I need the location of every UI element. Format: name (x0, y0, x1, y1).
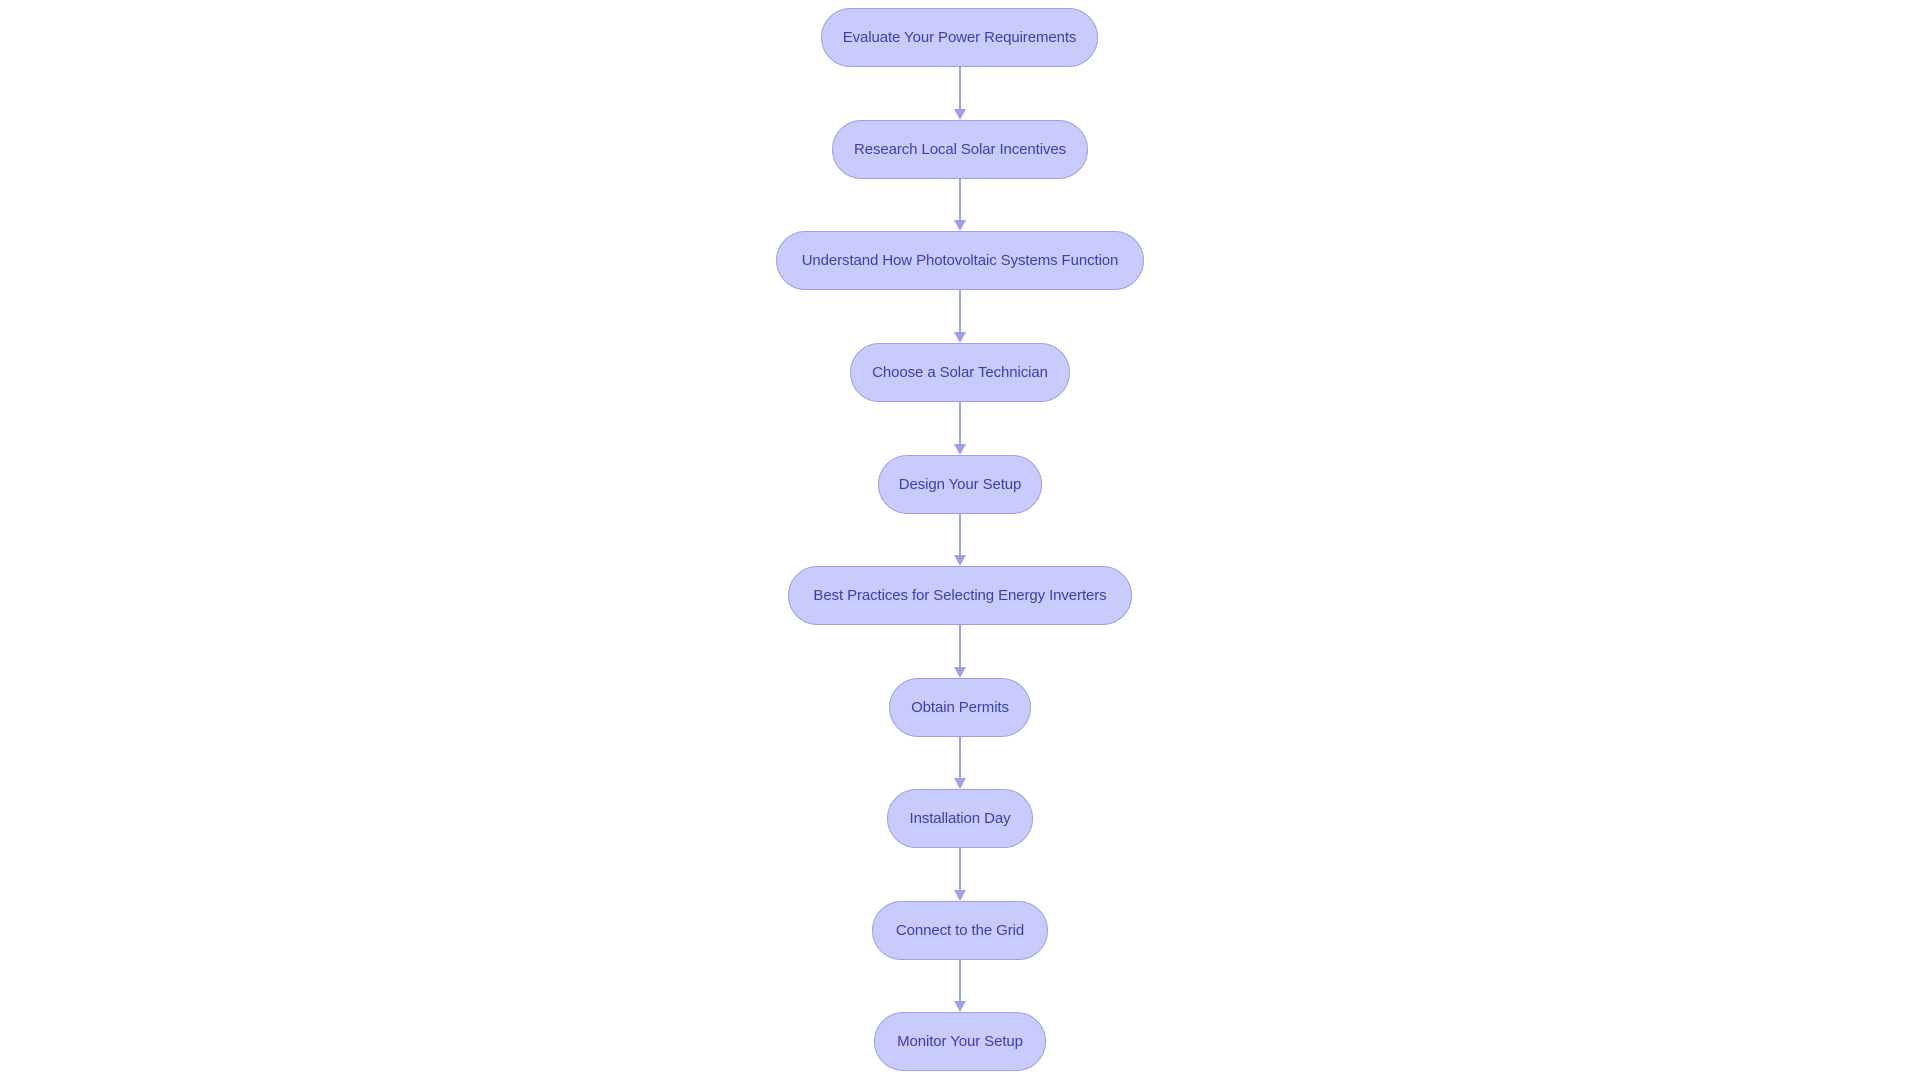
node-label: Monitor Your Setup (897, 1033, 1023, 1050)
flowchart: Evaluate Your Power Requirements Researc… (0, 0, 1920, 1083)
arrowhead-icon (954, 555, 966, 566)
node-choose-solar-technician[interactable]: Choose a Solar Technician (850, 343, 1070, 402)
node-understand-photovoltaic-systems[interactable]: Understand How Photovoltaic Systems Func… (776, 231, 1144, 290)
arrowhead-icon (954, 444, 966, 455)
edge-line (959, 290, 961, 333)
node-label: Installation Day (909, 810, 1011, 827)
edge-line (959, 625, 961, 668)
edge-line (959, 960, 961, 1002)
arrowhead-icon (954, 890, 966, 901)
arrowhead-icon (954, 332, 966, 343)
node-label: Connect to the Grid (895, 922, 1025, 939)
node-research-solar-incentives[interactable]: Research Local Solar Incentives (832, 120, 1088, 179)
node-label: Best Practices for Selecting Energy Inve… (813, 587, 1107, 604)
node-connect-to-grid[interactable]: Connect to the Grid (872, 901, 1048, 960)
node-monitor-your-setup[interactable]: Monitor Your Setup (874, 1012, 1046, 1071)
arrowhead-icon (954, 109, 966, 120)
arrowhead-icon (954, 778, 966, 789)
edge-line (959, 848, 961, 891)
edge-line (959, 402, 961, 445)
node-installation-day[interactable]: Installation Day (887, 789, 1033, 848)
edge-line (959, 514, 961, 556)
node-evaluate-power-requirements[interactable]: Evaluate Your Power Requirements (821, 8, 1098, 67)
edge-line (959, 737, 961, 779)
edge-line (959, 67, 961, 110)
arrowhead-icon (954, 1001, 966, 1012)
node-label: Evaluate Your Power Requirements (842, 29, 1077, 46)
node-obtain-permits[interactable]: Obtain Permits (889, 678, 1031, 737)
arrowhead-icon (954, 220, 966, 231)
edge-line (959, 179, 961, 221)
node-design-your-setup[interactable]: Design Your Setup (878, 455, 1042, 514)
node-label: Design Your Setup (898, 476, 1022, 493)
node-label: Understand How Photovoltaic Systems Func… (801, 252, 1119, 269)
node-label: Research Local Solar Incentives (853, 141, 1066, 158)
node-label: Choose a Solar Technician (872, 364, 1048, 381)
node-best-practices-inverters[interactable]: Best Practices for Selecting Energy Inve… (788, 566, 1132, 625)
node-label: Obtain Permits (911, 699, 1009, 716)
arrowhead-icon (954, 667, 966, 678)
